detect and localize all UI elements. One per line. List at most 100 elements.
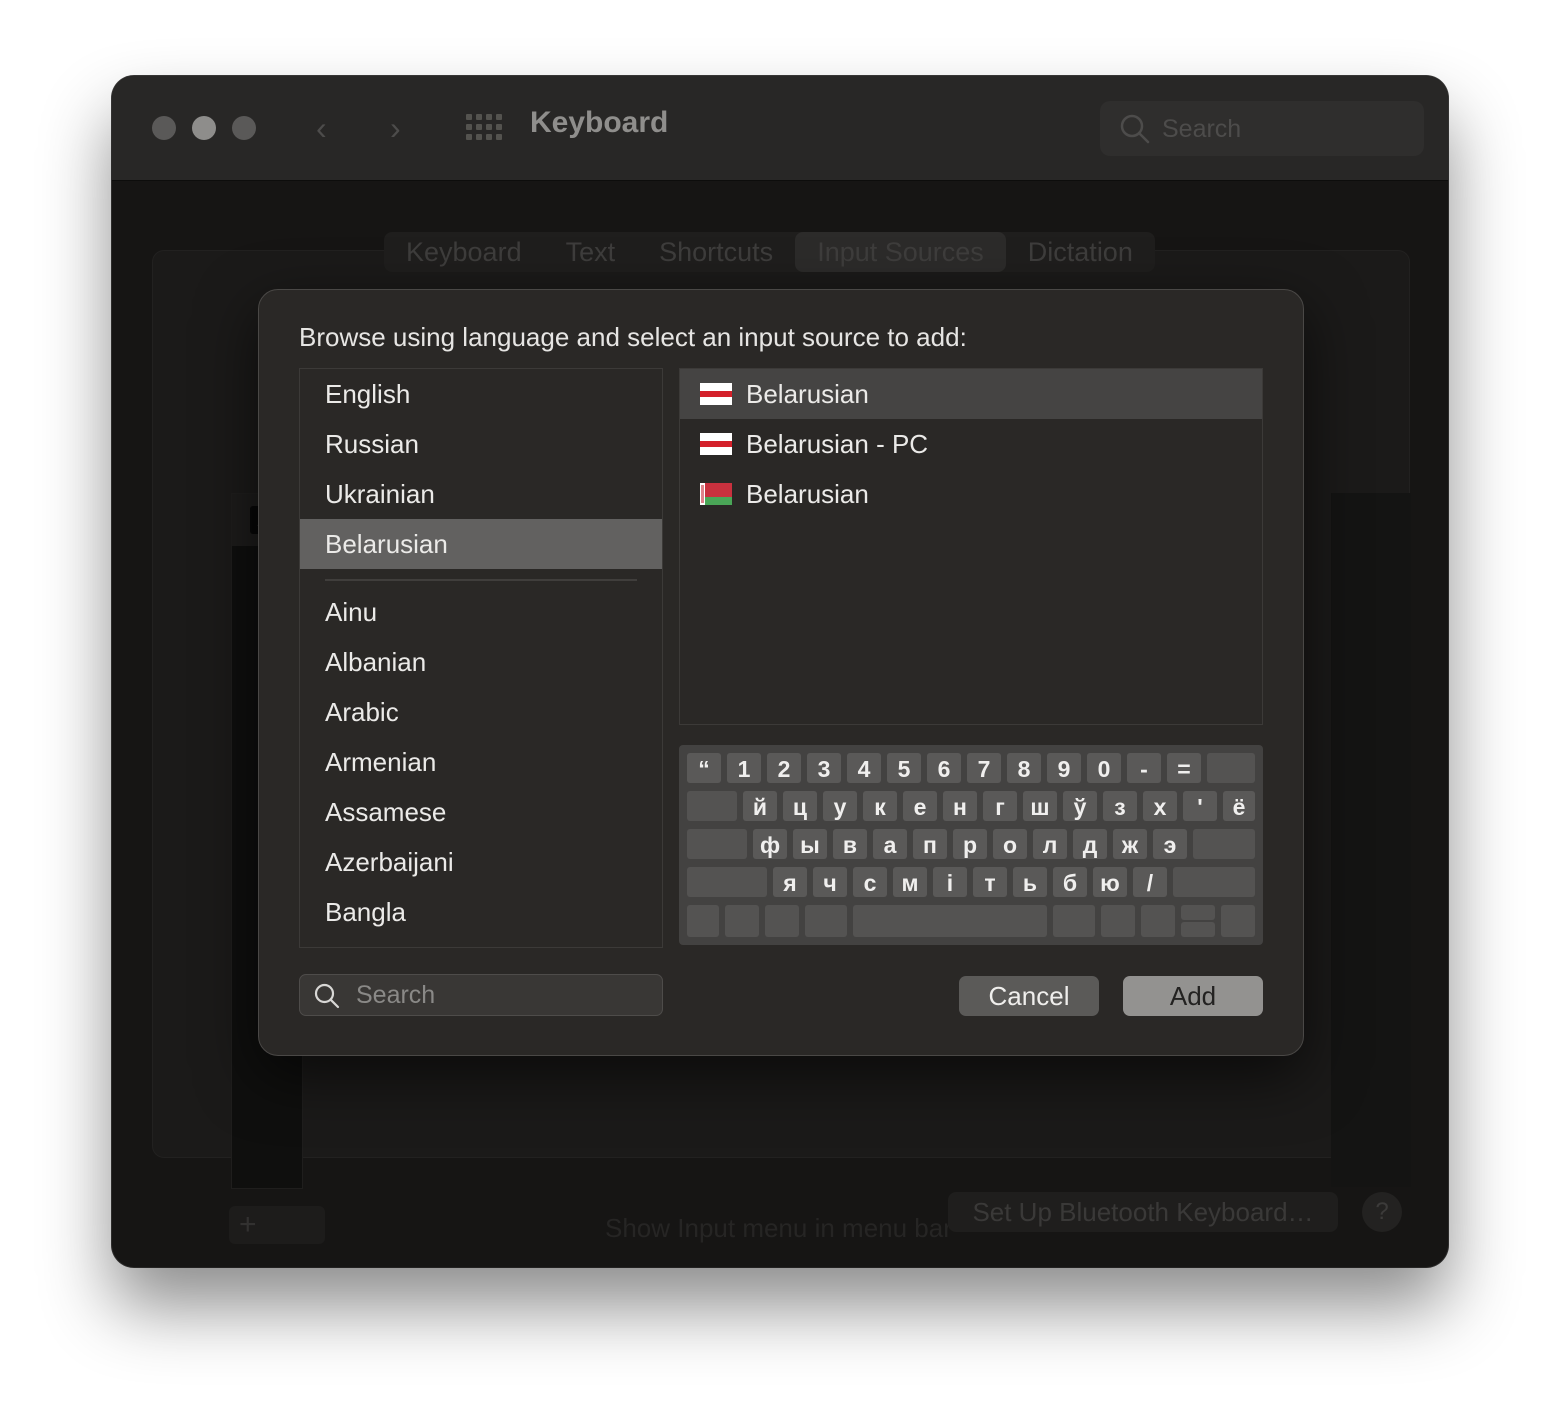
search-placeholder: Search — [356, 981, 436, 1009]
tab-shortcuts[interactable]: Shortcuts — [637, 232, 795, 272]
add-remove-control[interactable]: + — [229, 1206, 325, 1244]
language-label: Albanian — [325, 647, 427, 677]
language-item-assamese[interactable]: Assamese — [300, 787, 662, 837]
add-input-source-dialog: Browse using language and select an inpu… — [258, 289, 1304, 1056]
preferences-search-field[interactable]: Search — [1100, 101, 1424, 156]
key: ь — [1013, 867, 1047, 897]
right-command-key — [1053, 905, 1095, 937]
input-source-belarusian[interactable]: Belarusian — [680, 369, 1262, 419]
language-label: Belarusian — [325, 529, 448, 559]
show-all-grid-icon[interactable] — [466, 114, 502, 142]
key: і — [933, 867, 967, 897]
key: ф — [753, 829, 787, 859]
title-bar: ‹ › Keyboard Search — [112, 76, 1448, 181]
key: 6 — [927, 753, 961, 783]
key: 5 — [887, 753, 921, 783]
key: ' — [1183, 791, 1217, 821]
return-key — [1193, 829, 1255, 859]
tab-dictation[interactable]: Dictation — [1006, 232, 1155, 272]
key: л — [1033, 829, 1067, 859]
add-source-button[interactable]: + — [239, 1206, 257, 1244]
keyboard-preview-area — [1331, 493, 1411, 1187]
search-icon — [314, 983, 340, 1009]
arrow-down-key — [1181, 922, 1215, 937]
input-source-belarusian-pc[interactable]: Belarusian - PC — [680, 419, 1262, 469]
right-shift-key — [1173, 867, 1255, 897]
language-item-russian[interactable]: Russian — [300, 419, 662, 469]
key: г — [983, 791, 1017, 821]
key: ю — [1093, 867, 1127, 897]
key: м — [893, 867, 927, 897]
key: а — [873, 829, 907, 859]
language-item-bangla[interactable]: Bangla — [300, 887, 662, 937]
bluetooth-keyboard-button[interactable]: Set Up Bluetooth Keyboard… — [948, 1192, 1338, 1232]
key: р — [953, 829, 987, 859]
key: 7 — [967, 753, 1001, 783]
language-item-armenian[interactable]: Armenian — [300, 737, 662, 787]
belarus-white-red-white-flag-icon — [700, 383, 732, 405]
language-item-ukrainian[interactable]: Ukrainian — [300, 469, 662, 519]
belarus-national-flag-icon — [700, 483, 732, 505]
language-list-divider — [325, 579, 637, 581]
window-title: Keyboard — [530, 106, 669, 139]
key: т — [973, 867, 1007, 897]
back-arrow-icon[interactable]: ‹ — [316, 110, 327, 146]
language-label: Ukrainian — [325, 479, 435, 509]
delete-key — [1207, 753, 1255, 783]
command-key — [805, 905, 847, 937]
key: 8 — [1007, 753, 1041, 783]
cancel-button[interactable]: Cancel — [959, 976, 1099, 1016]
tab-input-sources[interactable]: Input Sources — [795, 232, 1006, 272]
input-source-belarusian-national[interactable]: Belarusian — [680, 469, 1262, 519]
language-item-arabic[interactable]: Arabic — [300, 687, 662, 737]
key: 9 — [1047, 753, 1081, 783]
key: д — [1073, 829, 1107, 859]
language-label: Ainu — [325, 597, 378, 627]
key: е — [903, 791, 937, 821]
arrow-right-key — [1221, 905, 1255, 937]
key: “ — [687, 753, 721, 783]
help-button[interactable]: ? — [1362, 1192, 1402, 1232]
control-key — [725, 905, 759, 937]
language-item-azerbaijani[interactable]: Azerbaijani — [300, 837, 662, 887]
key: ч — [813, 867, 847, 897]
language-item-albanian[interactable]: Albanian — [300, 637, 662, 687]
key: 1 — [727, 753, 761, 783]
keyboard-layout-preview: “ 1 2 3 4 5 6 7 8 9 0 - = й ц у к е н г … — [679, 745, 1263, 945]
close-window-button[interactable] — [152, 116, 176, 140]
key: э — [1153, 829, 1187, 859]
language-item-english[interactable]: English — [300, 369, 662, 419]
key: б — [1053, 867, 1087, 897]
language-item-ainu[interactable]: Ainu — [300, 587, 662, 637]
language-label: Assamese — [325, 797, 447, 827]
arrow-up-key — [1181, 905, 1215, 920]
left-shift-key — [687, 867, 767, 897]
key: - — [1127, 753, 1161, 783]
show-input-menu-checkbox-label[interactable]: Show Input menu in menu bar — [605, 1213, 952, 1244]
tab-key — [687, 791, 737, 821]
key: ц — [783, 791, 817, 821]
forward-arrow-icon[interactable]: › — [390, 110, 401, 146]
option-key — [765, 905, 799, 937]
key: к — [863, 791, 897, 821]
key: / — [1133, 867, 1167, 897]
zoom-window-button[interactable] — [232, 116, 256, 140]
input-source-list[interactable]: Belarusian Belarusian - PC Belarusian — [679, 368, 1263, 725]
key: н — [943, 791, 977, 821]
input-source-label: Belarusian - PC — [746, 429, 929, 459]
language-list[interactable]: English Russian Ukrainian Belarusian Ain… — [299, 368, 663, 948]
key: о — [993, 829, 1027, 859]
language-item-belarusian[interactable]: Belarusian — [300, 519, 662, 569]
key: у — [823, 791, 857, 821]
key: й — [743, 791, 777, 821]
language-search-field[interactable]: Search — [299, 974, 663, 1016]
dialog-prompt: Browse using language and select an inpu… — [299, 322, 967, 352]
key: в — [833, 829, 867, 859]
add-button[interactable]: Add — [1123, 976, 1263, 1016]
tab-keyboard[interactable]: Keyboard — [384, 232, 544, 272]
tab-text[interactable]: Text — [544, 232, 638, 272]
key: 3 — [807, 753, 841, 783]
minimize-window-button[interactable] — [192, 116, 216, 140]
key: з — [1103, 791, 1137, 821]
input-source-label: Belarusian — [746, 479, 869, 509]
